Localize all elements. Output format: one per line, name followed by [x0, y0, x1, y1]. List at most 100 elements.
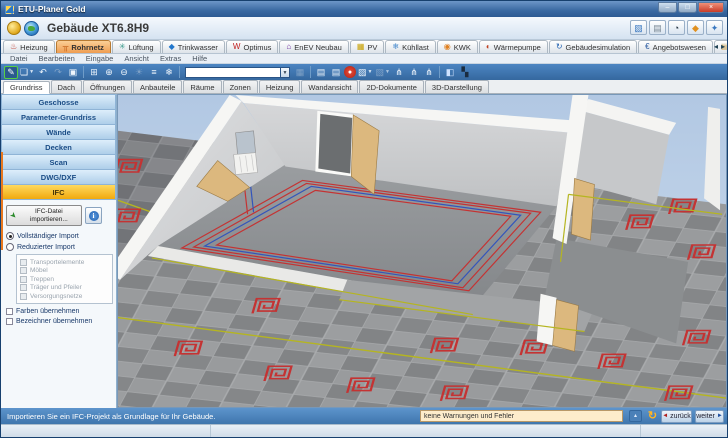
ribbon-tab-optimus[interactable]: WOptimus — [226, 40, 279, 53]
option-m-bel: Möbel — [20, 267, 109, 274]
scale-combobox-input[interactable] — [185, 67, 281, 78]
toolbar-separator — [83, 66, 84, 78]
menu-item-bearbeiten[interactable]: Bearbeiten — [34, 54, 80, 63]
open-project-icon: ▤ — [317, 68, 326, 77]
maximize-button[interactable]: □ — [678, 2, 697, 13]
ifc-import-button[interactable]: ➤ IFC-Datei importieren... — [6, 205, 82, 226]
edit-pencil-button[interactable]: ✎ — [4, 66, 18, 79]
minimize-button[interactable]: – — [658, 2, 677, 13]
doc-tab-anbauteile[interactable]: Anbauteile — [133, 80, 182, 93]
next-button[interactable]: weiter ► — [695, 410, 724, 423]
doc-tab-grundriss[interactable]: Grundriss — [3, 81, 50, 94]
open-project-button[interactable]: ▤ — [314, 66, 328, 79]
paste-button[interactable]: ▣ — [66, 66, 80, 79]
import-arrow-icon: ➤ — [8, 210, 19, 221]
menu-bar: DateiBearbeitenEingabeAnsichtExtrasHilfe — [1, 54, 727, 64]
sidebar-item-geschosse[interactable]: Geschosse — [2, 95, 115, 110]
info-button[interactable]: i — [85, 207, 102, 224]
doc-tab-2d-dokumente[interactable]: 2D-Dokumente — [359, 80, 423, 93]
walkthrough-button[interactable]: ▚ — [458, 66, 472, 79]
alert-icon: ● — [348, 69, 352, 76]
sidebar: GeschosseParameter-GrundrissWändeDeckenS… — [1, 94, 117, 408]
winter-mode-button[interactable]: ❄ — [162, 66, 176, 79]
warnings-field[interactable] — [420, 410, 623, 422]
ribbon-tab-k-hllast[interactable]: ❄Kühllast — [385, 40, 435, 53]
doc-tab-heizung[interactable]: Heizung — [259, 80, 301, 93]
walkthrough-icon: ▚ — [462, 68, 469, 77]
image-button[interactable]: ▧ — [630, 20, 647, 35]
ribbon-tab-heizung[interactable]: ♨Heizung — [3, 40, 55, 53]
ribbon-tab-pv[interactable]: ▦PV — [350, 40, 385, 53]
zoom-in-icon: ⊕ — [105, 68, 113, 77]
tab-scroll-right-icon[interactable]: ▸ — [721, 42, 725, 51]
menu-item-datei[interactable]: Datei — [5, 54, 33, 63]
pipe-network-button-3[interactable]: ⋔ — [422, 66, 436, 79]
expand-warnings-button[interactable]: ▴ — [629, 410, 642, 422]
ribbon-tab-enev-neubau[interactable]: ⌂EnEV Neubau — [279, 40, 348, 53]
ribbon-tab-trinkwasser[interactable]: ◆Trinkwasser — [162, 40, 225, 53]
ribbon-tab-geb-udesimulation[interactable]: ↻Gebäudesimulation — [549, 40, 637, 53]
menu-item-extras[interactable]: Extras — [155, 54, 186, 63]
checkbox-bezeichner-bernehmen[interactable]: Bezeichner übernehmen — [6, 318, 113, 325]
doc-tab-wandansicht[interactable]: Wandansicht — [301, 80, 358, 93]
open-folder-button[interactable]: ▤ — [329, 66, 343, 79]
sidebar-item-decken[interactable]: Decken — [2, 140, 115, 155]
undo-button[interactable]: ↶ — [36, 66, 50, 79]
back-arrow-icon: ◄ — [662, 413, 668, 419]
sidebar-item-parameter-grundriss[interactable]: Parameter-Grundriss — [2, 110, 115, 125]
scale-combobox[interactable]: ▼ — [185, 67, 290, 78]
zoom-window-button[interactable]: ⊞ — [87, 66, 101, 79]
viewport-3d[interactable] — [117, 94, 727, 408]
app-icon — [5, 5, 14, 14]
cube-3d-button[interactable]: ◧ — [443, 66, 457, 79]
ribbon-tab-label: Gebäudesimulation — [566, 43, 631, 52]
doc-tab-r-ume[interactable]: Räume — [183, 80, 221, 93]
sidebar-item-w-nde[interactable]: Wände — [2, 125, 115, 140]
doc-tab-zonen[interactable]: Zonen — [223, 80, 258, 93]
menu-item-eingabe[interactable]: Eingabe — [81, 54, 119, 63]
project-bag-button[interactable]: ◆ — [687, 20, 704, 35]
alert-button[interactable]: ● — [344, 66, 356, 78]
ribbon-tab-kwk[interactable]: ◉KWK — [437, 40, 478, 53]
tab-scroll-left-icon[interactable]: ◂ — [714, 42, 718, 51]
ribbon-tab-l-ftung[interactable]: ✳Lüftung — [112, 40, 161, 53]
clock-button[interactable]: ◔ — [668, 20, 685, 35]
checkbox-farben-bernehmen[interactable]: Farben übernehmen — [6, 308, 113, 315]
ribbon-tab-label: Kühllast — [402, 43, 429, 52]
sidebar-item-scan[interactable]: Scan — [2, 155, 115, 170]
doc-tab-3d-darstellung[interactable]: 3D-Darstellung — [425, 80, 489, 93]
pipe-network-button-1[interactable]: ⋔ — [392, 66, 406, 79]
close-button[interactable]: × — [698, 2, 724, 13]
menu-item-hilfe[interactable]: Hilfe — [187, 54, 212, 63]
levels-icon: ≡ — [151, 68, 156, 77]
ribbon-tab-w-rmepumpe[interactable]: ◐Wärmepumpe — [479, 40, 548, 53]
ribbon-tab-angebotswesen[interactable]: €Angebotswesen — [638, 40, 713, 53]
radio-reduzierter-import[interactable]: Reduzierter Import — [6, 243, 113, 251]
zoom-out-button[interactable]: ⊖ — [117, 66, 131, 79]
back-button[interactable]: ◄ zurück — [661, 410, 692, 423]
refresh-icon[interactable]: ↻ — [646, 410, 659, 422]
toolbar: ✎❏▼↶↷▣⊞⊕⊖☀≡❄▼▦▤▤●▨▼▧▼⋔⋔⋔◧▚ — [1, 64, 727, 80]
scale-combobox-dropdown-icon[interactable]: ▼ — [281, 67, 290, 78]
levels-button[interactable]: ≡ — [147, 66, 161, 79]
zoom-in-button[interactable]: ⊕ — [102, 66, 116, 79]
doc-tab-ffnungen[interactable]: Öffnungen — [83, 80, 132, 93]
pipe-network-icon-3: ⋔ — [425, 68, 433, 77]
pipe-network-button-2[interactable]: ⋔ — [407, 66, 421, 79]
shapes-button[interactable]: ❏▼ — [19, 66, 35, 79]
document-tab-bar: GrundrissDachÖffnungenAnbauteileRäumeZon… — [1, 80, 727, 94]
sidebar-item-ifc[interactable]: IFC — [2, 185, 115, 200]
ribbon-tab-rohrnetz[interactable]: ╥Rohrnetz — [56, 40, 111, 53]
option-label: Transportelemente — [30, 259, 84, 266]
list-button[interactable]: ▤ — [649, 20, 666, 35]
magic-button[interactable]: ✦ — [706, 20, 723, 35]
terrain-button[interactable]: ▨▼ — [357, 66, 373, 79]
sidebar-item-dwg-dxf[interactable]: DWG/DXF — [2, 170, 115, 185]
angebotswesen-tab-icon: € — [645, 43, 649, 51]
ribbon-tab-label: KWK — [454, 43, 471, 52]
edit-pencil-icon: ✎ — [7, 68, 15, 77]
menu-item-ansicht[interactable]: Ansicht — [119, 54, 154, 63]
open-folder-icon: ▤ — [332, 68, 341, 77]
radio-vollst-ndiger-import[interactable]: Vollständiger Import — [6, 232, 113, 240]
doc-tab-dach[interactable]: Dach — [51, 80, 83, 93]
